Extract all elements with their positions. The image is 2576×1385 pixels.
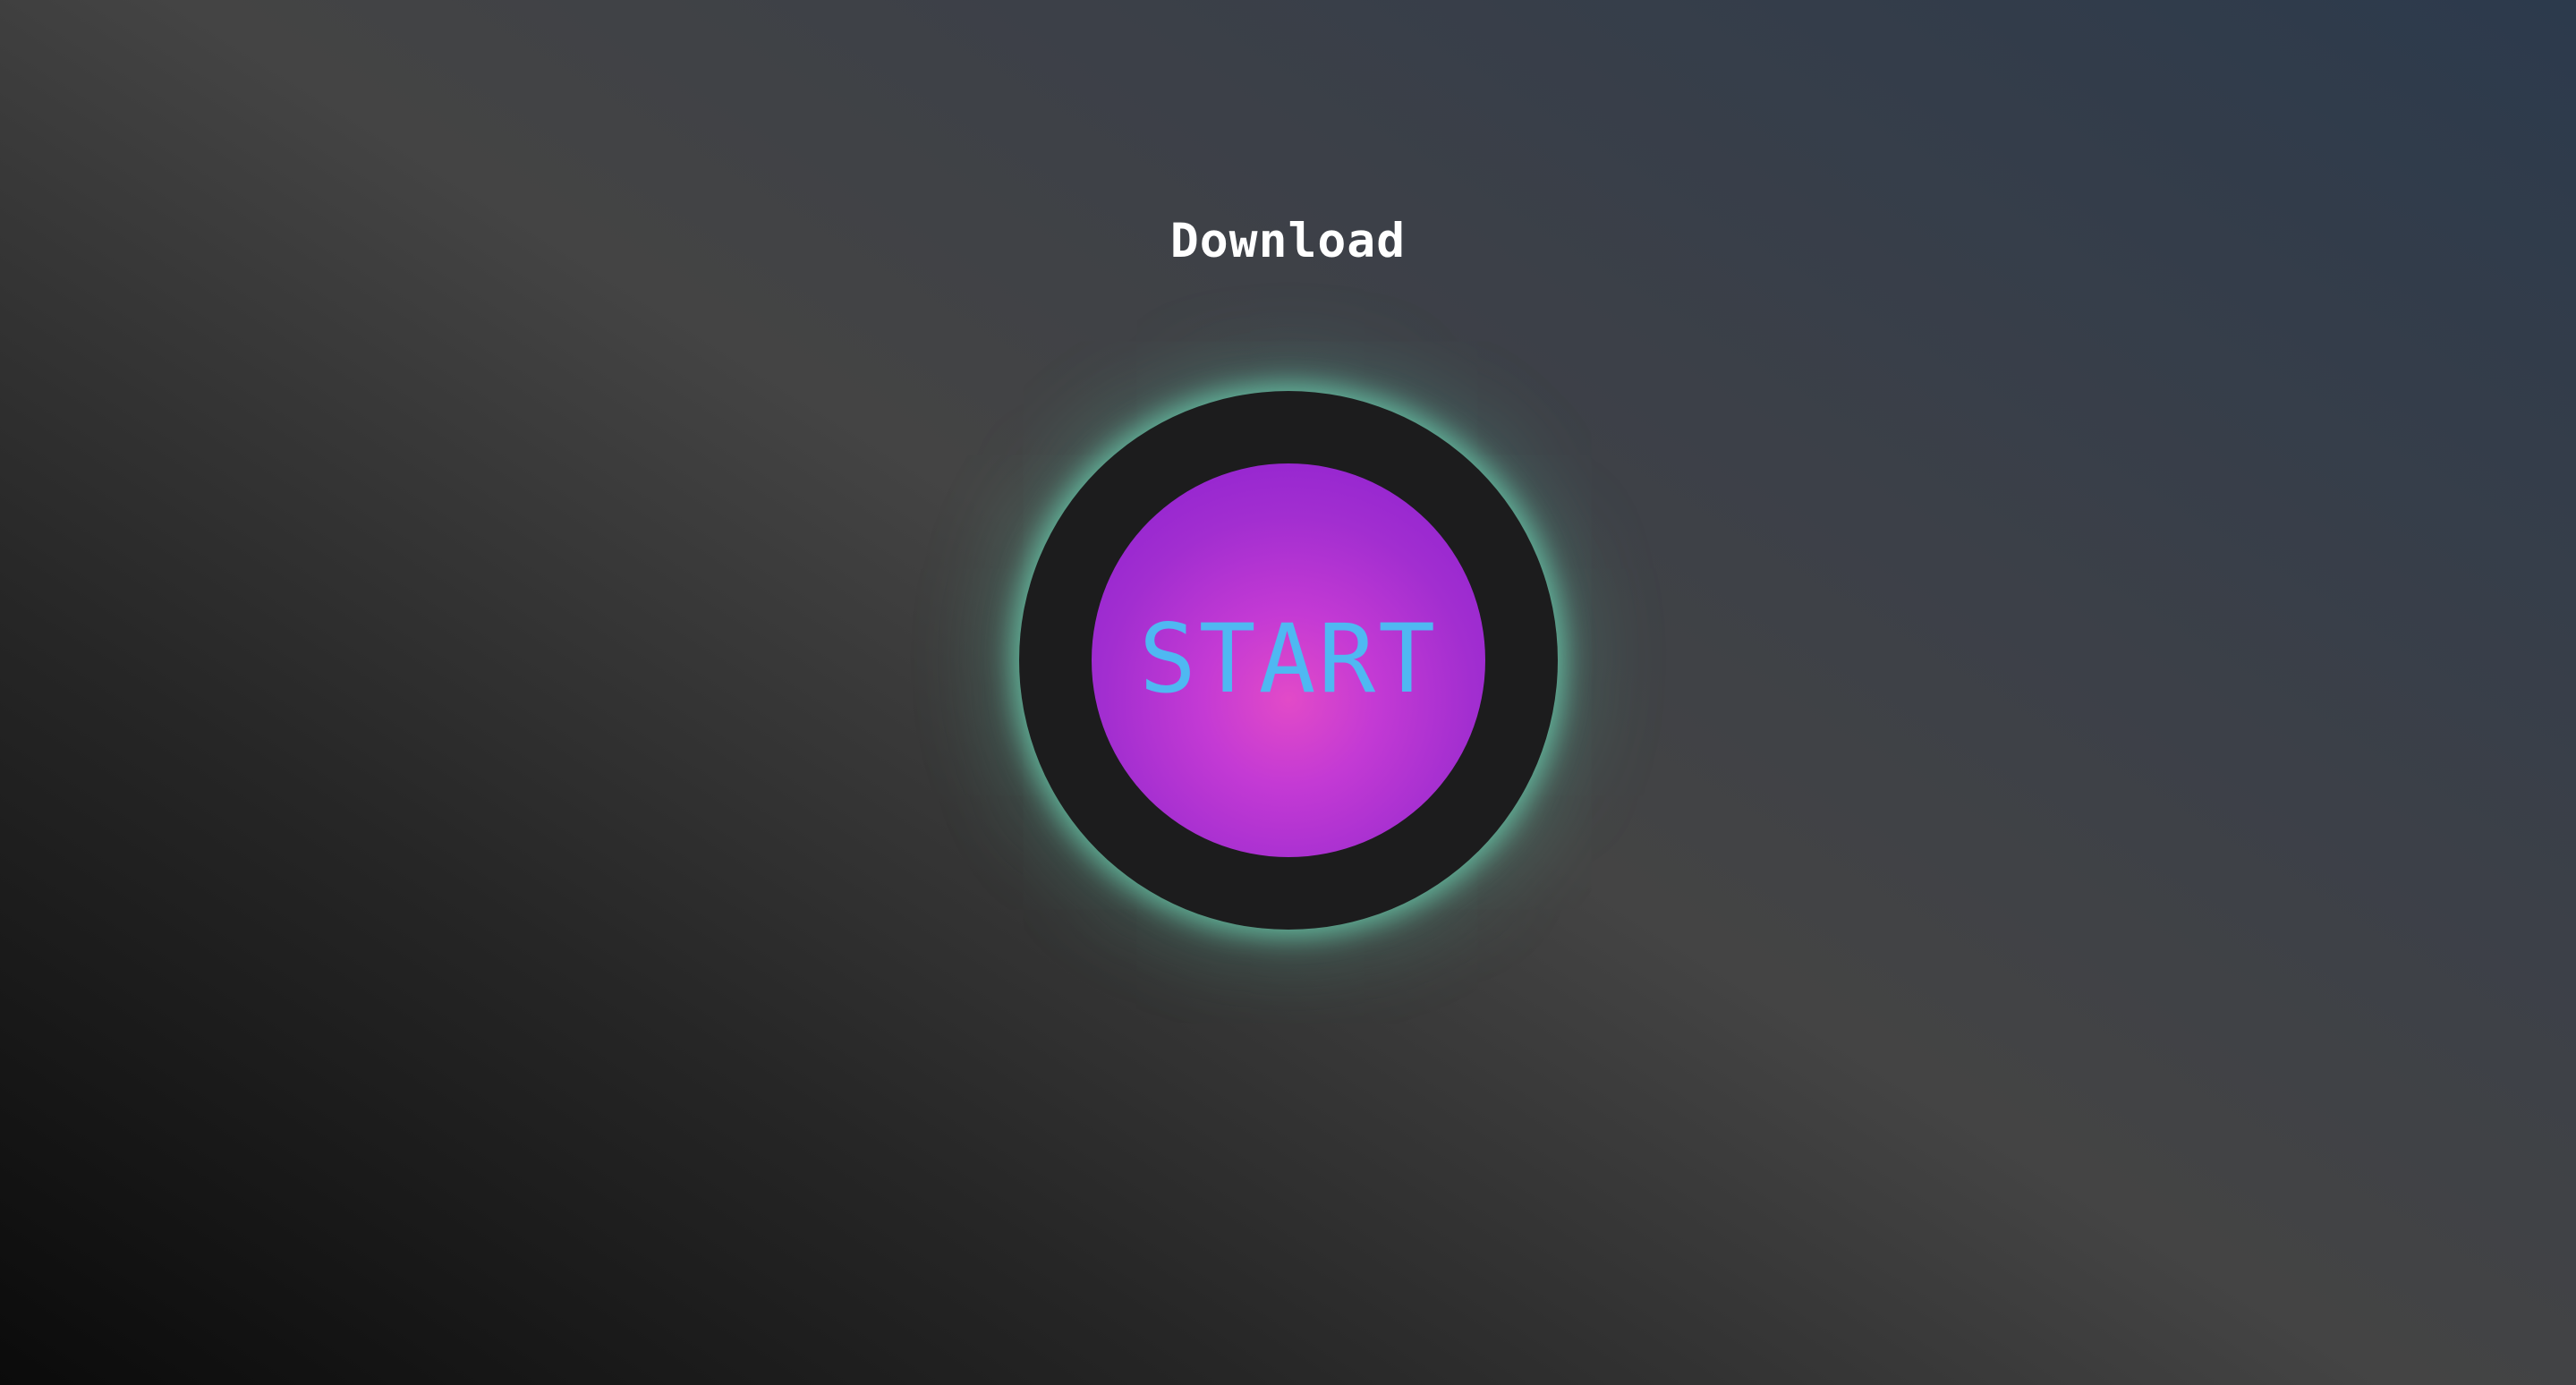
start-button-label: START [1138,604,1439,714]
page-title: Download [1169,214,1407,268]
start-button-ring: START [1019,391,1558,930]
start-button[interactable]: START [1092,463,1485,857]
